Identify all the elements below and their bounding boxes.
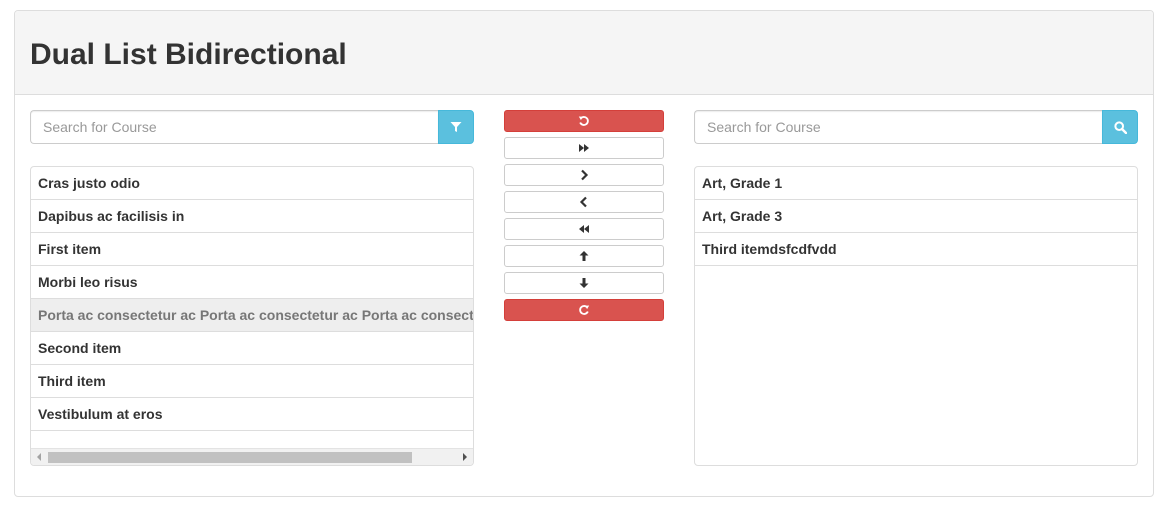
right-search-button[interactable] xyxy=(1102,110,1138,144)
scroll-right-icon[interactable] xyxy=(463,453,467,461)
undo-button[interactable] xyxy=(504,110,664,132)
right-search-input[interactable] xyxy=(694,110,1102,144)
chevron-left-icon xyxy=(579,196,587,208)
list-item[interactable]: Dapibus ac facilisis in xyxy=(31,200,473,233)
left-list-items: Cras justo odio Dapibus ac facilisis in Fi… xyxy=(31,167,473,431)
move-all-left-button[interactable] xyxy=(504,218,664,240)
list-item[interactable]: Art, Grade 1 xyxy=(695,167,1137,200)
list-item[interactable]: Art, Grade 3 xyxy=(695,200,1137,233)
move-up-button[interactable] xyxy=(504,245,664,267)
list-item[interactable]: Morbi leo risus xyxy=(31,266,473,299)
list-item[interactable]: Third itemdsfcdfvdd xyxy=(695,233,1137,266)
panel-heading: Dual List Bidirectional xyxy=(15,11,1153,95)
right-search-group xyxy=(694,110,1138,144)
horizontal-scrollbar[interactable] xyxy=(31,448,473,465)
fast-backward-icon xyxy=(579,225,589,233)
list-item[interactable]: Cras justo odio xyxy=(31,167,473,200)
scroll-left-icon[interactable] xyxy=(37,453,41,461)
move-down-button[interactable] xyxy=(504,272,664,294)
chevron-right-icon xyxy=(581,169,589,181)
undo-icon xyxy=(578,116,589,126)
search-icon xyxy=(1113,120,1127,134)
right-list[interactable]: Art, Grade 1 Art, Grade 3 Third itemdsfcdf… xyxy=(694,166,1138,466)
left-search-input[interactable] xyxy=(30,110,438,144)
list-item[interactable]: First item xyxy=(31,233,473,266)
arrow-up-icon xyxy=(579,251,589,261)
fast-forward-icon xyxy=(579,144,589,152)
list-item[interactable]: Second item xyxy=(31,332,473,365)
left-list[interactable]: Cras justo odio Dapibus ac facilisis in Fi… xyxy=(30,166,474,466)
redo-button[interactable] xyxy=(504,299,664,321)
left-search-group xyxy=(30,110,474,144)
right-list-items: Art, Grade 1 Art, Grade 3 Third itemdsfcdf… xyxy=(695,167,1137,266)
move-left-button[interactable] xyxy=(504,191,664,213)
move-right-button[interactable] xyxy=(504,164,664,186)
scroll-thumb[interactable] xyxy=(48,452,412,463)
list-item[interactable]: Third item xyxy=(31,365,473,398)
list-item[interactable]: Porta ac consectetur ac Porta ac consect… xyxy=(31,299,473,332)
page-title: Dual List Bidirectional xyxy=(30,38,347,71)
filter-icon xyxy=(450,122,462,132)
list-item[interactable]: Vestibulum at eros xyxy=(31,398,473,431)
arrow-down-icon xyxy=(579,278,589,288)
move-all-right-button[interactable] xyxy=(504,137,664,159)
redo-icon xyxy=(579,305,590,315)
left-filter-button[interactable] xyxy=(438,110,474,144)
